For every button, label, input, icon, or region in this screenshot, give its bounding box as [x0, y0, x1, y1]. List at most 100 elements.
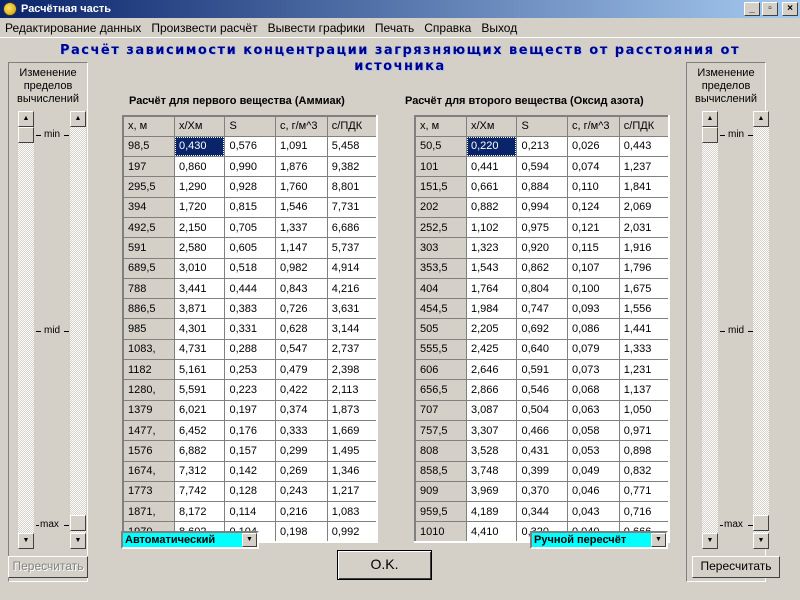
- table-cell[interactable]: 0,843: [275, 278, 328, 300]
- table-cell[interactable]: 0,213: [516, 136, 568, 158]
- table-cell[interactable]: 0,086: [567, 318, 620, 340]
- table-cell[interactable]: 0,422: [275, 379, 328, 401]
- table-cell[interactable]: 0,640: [516, 339, 568, 361]
- row-header-cell[interactable]: 202: [414, 196, 467, 218]
- table-cell[interactable]: 0,063: [567, 400, 620, 421]
- column-header[interactable]: x, м: [122, 115, 175, 137]
- table-cell[interactable]: 0,628: [275, 318, 328, 340]
- table-cell[interactable]: 0,128: [224, 481, 276, 503]
- table-cell[interactable]: 0,982: [275, 258, 328, 279]
- row-header-cell[interactable]: 505: [414, 318, 467, 340]
- table-cell[interactable]: 3,441: [174, 278, 226, 300]
- row-header-cell[interactable]: 1280,: [122, 379, 175, 401]
- table-cell[interactable]: 2,737: [327, 339, 378, 361]
- chevron-down-icon[interactable]: ▼: [651, 533, 666, 547]
- menu-help[interactable]: Справка: [419, 21, 476, 35]
- table-cell[interactable]: 0,441: [466, 156, 518, 178]
- table-cell[interactable]: 0,216: [275, 501, 328, 523]
- menu-print[interactable]: Печать: [370, 21, 419, 35]
- table-cell[interactable]: 1,556: [619, 298, 670, 320]
- row-header-cell[interactable]: 858,5: [414, 460, 467, 482]
- table-cell[interactable]: 1,760: [275, 176, 328, 198]
- table-cell[interactable]: 0,074: [567, 156, 620, 178]
- row-header-cell[interactable]: 808: [414, 440, 467, 462]
- table-cell[interactable]: 5,737: [327, 237, 378, 259]
- table-cell[interactable]: 4,216: [327, 278, 378, 300]
- scroll-down-arrow-icon[interactable]: ▼: [753, 533, 769, 549]
- table-cell[interactable]: 0,605: [224, 237, 276, 259]
- table-cell[interactable]: 0,479: [275, 359, 328, 381]
- row-header-cell[interactable]: 295,5: [122, 176, 175, 198]
- row-header-cell[interactable]: 555,5: [414, 338, 467, 361]
- table-cell[interactable]: 0,726: [275, 298, 328, 320]
- table-cell[interactable]: 1,217: [327, 481, 378, 503]
- table-cell[interactable]: 4,410: [466, 521, 518, 543]
- table-cell[interactable]: 0,576: [224, 136, 276, 158]
- table-cell[interactable]: 0,705: [224, 217, 276, 239]
- table-cell[interactable]: 0,546: [516, 379, 568, 401]
- table-cell[interactable]: 0,114: [224, 501, 276, 523]
- table-cell[interactable]: 0,815: [224, 197, 276, 218]
- table-cell[interactable]: 8,801: [327, 176, 378, 198]
- table-cell[interactable]: 0,399: [516, 461, 568, 482]
- row-header-cell[interactable]: 959,5: [414, 501, 467, 523]
- table-cell[interactable]: 5,458: [327, 136, 378, 158]
- table-cell[interactable]: 1,916: [619, 237, 670, 259]
- table-cell[interactable]: 0,121: [567, 217, 620, 239]
- menu-edit-data[interactable]: Редактирование данных: [0, 21, 146, 35]
- table-cell[interactable]: 2,205: [466, 318, 518, 340]
- scroll-up-arrow-icon[interactable]: ▲: [70, 111, 86, 127]
- scroll-thumb[interactable]: [70, 515, 86, 531]
- table-cell[interactable]: 1,147: [275, 237, 328, 259]
- table-cell[interactable]: 1,441: [619, 318, 670, 340]
- row-header-cell[interactable]: 197: [122, 156, 175, 178]
- scroll-thumb[interactable]: [753, 515, 769, 531]
- table-cell[interactable]: 4,189: [466, 501, 518, 523]
- table-cell[interactable]: 0,269: [275, 461, 328, 482]
- row-header-cell[interactable]: 353,5: [414, 257, 467, 279]
- row-header-cell[interactable]: 1871,: [122, 501, 175, 523]
- scroll-thumb[interactable]: [18, 127, 34, 143]
- table-cell[interactable]: 2,866: [466, 379, 518, 401]
- table-cell[interactable]: 2,398: [327, 359, 378, 381]
- table-cell[interactable]: 0,518: [224, 258, 276, 279]
- table-cell[interactable]: 3,528: [466, 440, 518, 462]
- table-cell[interactable]: 7,731: [327, 197, 378, 218]
- calc-mode-right-select[interactable]: Ручной пересчёт ▼: [530, 531, 668, 549]
- table-cell[interactable]: 0,079: [567, 339, 620, 361]
- row-header-cell[interactable]: 1083,: [122, 338, 175, 361]
- table-cell[interactable]: 2,580: [174, 237, 226, 259]
- row-header-cell[interactable]: 788: [122, 277, 175, 300]
- menu-graphs[interactable]: Вывести графики: [263, 21, 370, 35]
- table-cell[interactable]: 1,873: [327, 400, 378, 421]
- table-cell[interactable]: 0,374: [275, 400, 328, 421]
- row-header-cell[interactable]: 1010: [414, 521, 467, 543]
- menu-calculate[interactable]: Произвести расчёт: [146, 21, 262, 35]
- table-cell[interactable]: 0,053: [567, 440, 620, 462]
- table-cell[interactable]: 5,161: [174, 359, 226, 381]
- table-cell[interactable]: 0,547: [275, 339, 328, 361]
- table-cell[interactable]: 1,841: [619, 176, 670, 198]
- row-header-cell[interactable]: 454,5: [414, 298, 467, 320]
- table-cell[interactable]: 0,220: [466, 136, 518, 158]
- table-cell[interactable]: 1,323: [466, 237, 518, 259]
- row-header-cell[interactable]: 252,5: [414, 216, 467, 239]
- right-scrollbar-1[interactable]: ▲ ▼: [702, 111, 718, 549]
- table-cell[interactable]: 0,073: [567, 359, 620, 381]
- table-cell[interactable]: 3,010: [174, 258, 226, 279]
- scroll-down-arrow-icon[interactable]: ▼: [70, 533, 86, 549]
- table-cell[interactable]: 1,050: [619, 400, 670, 421]
- table-cell[interactable]: 0,716: [619, 501, 670, 523]
- table-cell[interactable]: 0,591: [516, 359, 568, 381]
- menu-exit[interactable]: Выход: [476, 21, 522, 35]
- column-header[interactable]: S: [516, 115, 568, 137]
- row-header-cell[interactable]: 1379: [122, 399, 175, 421]
- table-cell[interactable]: 4,731: [174, 339, 226, 361]
- column-header[interactable]: x/Xм: [173, 115, 226, 137]
- table-cell[interactable]: 0,058: [567, 420, 620, 442]
- table-cell[interactable]: 0,331: [224, 318, 276, 340]
- column-header[interactable]: c/ПДК: [326, 115, 378, 137]
- row-header-cell[interactable]: 757,5: [414, 419, 467, 442]
- row-header-cell[interactable]: 1477,: [122, 419, 175, 442]
- chevron-down-icon[interactable]: ▼: [242, 533, 257, 547]
